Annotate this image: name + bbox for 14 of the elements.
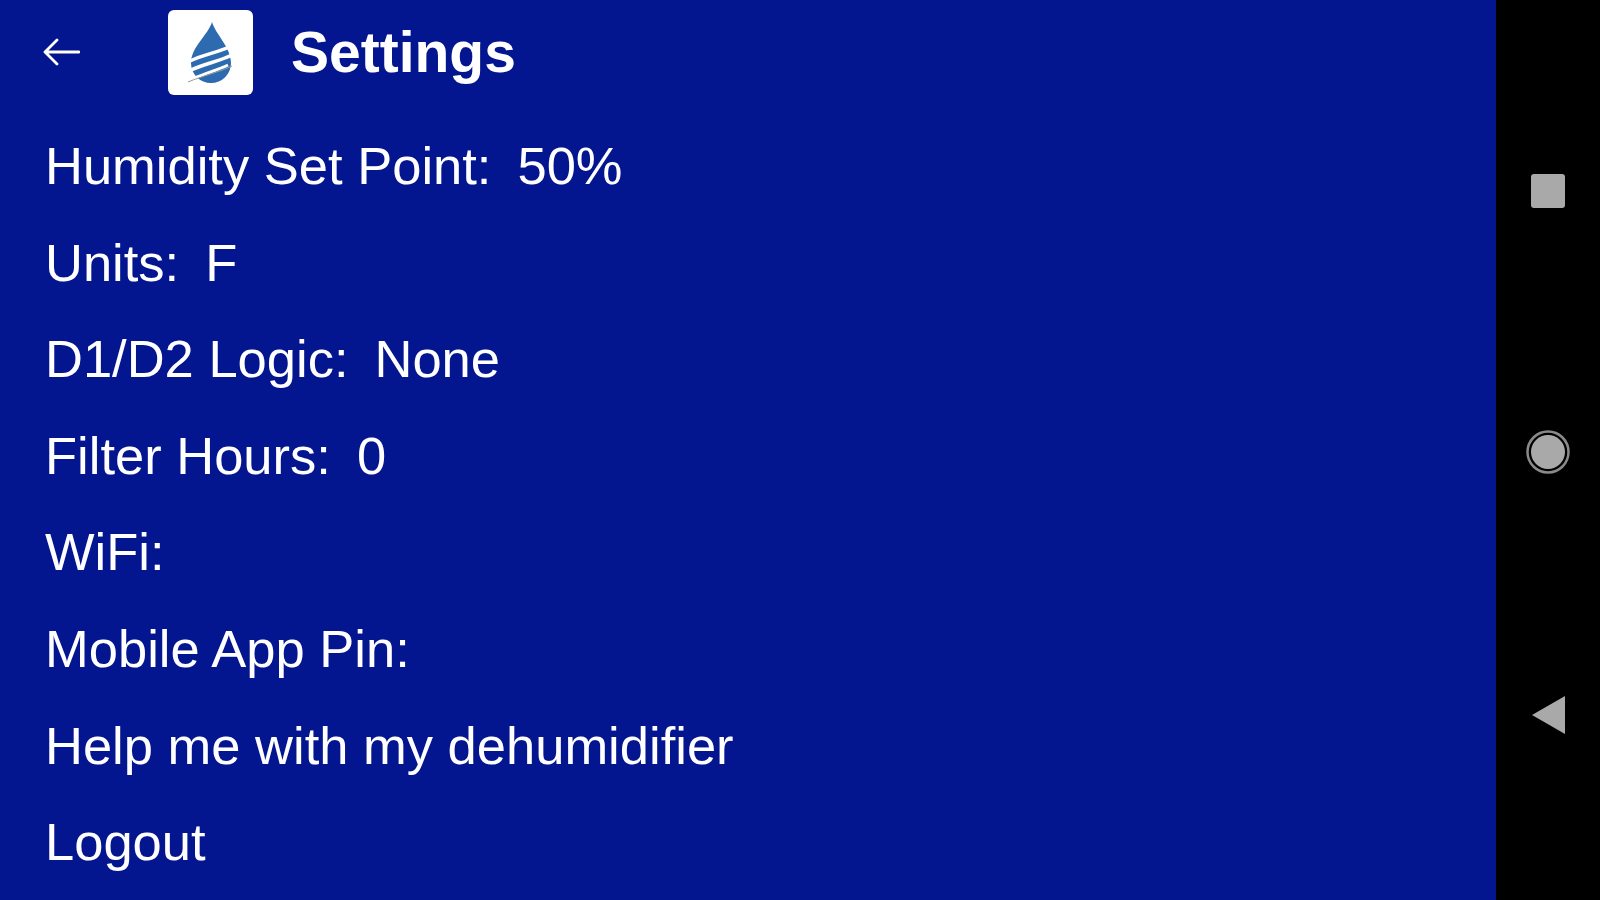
back-button[interactable] [42, 38, 80, 66]
settings-item[interactable]: D1/D2 Logic: None [45, 328, 500, 391]
settings-item[interactable]: Humidity Set Point: 50% [45, 135, 623, 197]
app-bar-title: Settings [291, 19, 516, 85]
settings-item[interactable]: Logout [45, 811, 206, 874]
settings-item[interactable]: Help me with my dehumidifier [45, 714, 734, 777]
settings-item[interactable]: Mobile App Pin: [45, 617, 410, 680]
settings-item[interactable]: Units: F [45, 231, 238, 294]
settings-item[interactable]: WiFi: [45, 521, 165, 584]
settings-item[interactable]: Filter Hours: 0 [45, 424, 387, 487]
home-circle-icon[interactable] [1526, 430, 1570, 474]
drop-logo-icon [168, 9, 253, 95]
back-triangle-icon[interactable] [1531, 696, 1565, 734]
arrow-left-icon [42, 38, 80, 66]
